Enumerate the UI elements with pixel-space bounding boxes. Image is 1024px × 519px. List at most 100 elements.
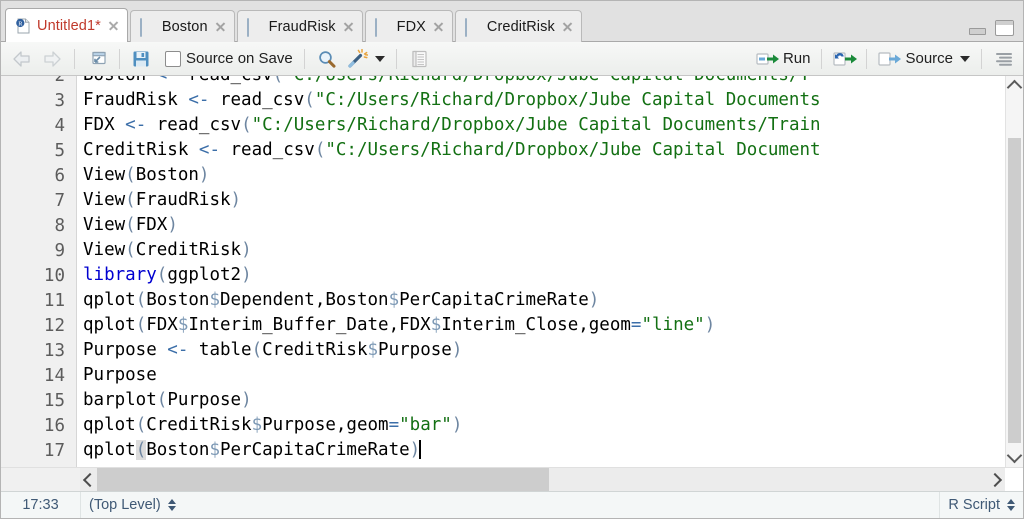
source-icon (878, 49, 902, 69)
file-type-label: R Script (948, 497, 1000, 513)
show-in-new-window-button[interactable] (82, 46, 112, 72)
forward-button[interactable] (37, 46, 67, 72)
line-number: 13 (43, 341, 65, 361)
source-on-save-toggle[interactable]: Source on Save (161, 46, 297, 72)
code-line[interactable]: FraudRisk <- read_csv("C:/Users/Richard/… (83, 88, 821, 113)
minimize-pane-button[interactable] (968, 20, 987, 36)
code-line[interactable]: View(CreditRisk) (83, 238, 821, 263)
toolbar-divider (981, 48, 982, 69)
rstudio-source-pane: R Untitled1* Boston FraudRisk FDX CreditRisk (0, 0, 1024, 519)
code-token: barplot (83, 390, 157, 410)
close-icon[interactable] (433, 21, 444, 32)
line-number: 7 (54, 191, 65, 211)
code-line[interactable]: barplot(Purpose) (83, 388, 821, 413)
data-grid-icon (246, 17, 249, 37)
code-token: FDX (146, 315, 178, 335)
code-tools-button[interactable] (342, 46, 389, 72)
code-text-area[interactable]: Boston <- read_csv("C:/Users/Richard/Dro… (77, 76, 1023, 467)
close-icon[interactable] (215, 21, 226, 32)
code-token: ) (167, 215, 178, 235)
editor-tab-untitled1[interactable]: R Untitled1* (5, 8, 128, 42)
magic-wand-icon (346, 48, 369, 69)
search-icon (316, 49, 338, 69)
run-button[interactable]: Run (752, 46, 815, 72)
find-replace-button[interactable] (312, 46, 342, 72)
compile-report-button[interactable] (404, 46, 434, 72)
code-line[interactable]: FDX <- read_csv("C:/Users/Richard/Dropbo… (83, 113, 821, 138)
code-scope-selector[interactable]: (Top Level) (80, 492, 184, 518)
editor-tab-creditrisk[interactable]: CreditRisk (454, 10, 582, 42)
maximize-pane-button[interactable] (995, 20, 1014, 36)
document-outline-button[interactable] (989, 46, 1017, 72)
horizontal-scroll-thumb[interactable] (97, 468, 549, 491)
code-token: Purpose (378, 340, 452, 360)
code-token: ( (135, 415, 147, 435)
editor-tab-boston[interactable]: Boston (129, 10, 235, 42)
code-line[interactable]: qplot(CreditRisk$Purpose,geom="bar") (83, 413, 821, 438)
text-cursor (419, 440, 421, 459)
toolbar-divider (821, 48, 823, 69)
data-grid-icon (464, 17, 481, 37)
scroll-down-button[interactable] (1006, 447, 1023, 467)
code-token: qplot (83, 415, 136, 435)
rerun-button[interactable] (829, 46, 859, 72)
code-token: View (83, 190, 126, 210)
scroll-left-button[interactable] (80, 468, 98, 491)
line-number: 14 (43, 366, 65, 386)
code-token: CreditRisk (146, 415, 252, 435)
hscroll-corner (1005, 468, 1023, 491)
code-line[interactable]: qplot(Boston$PerCapitaCrimeRate) (83, 438, 821, 463)
outline-icon (993, 49, 1015, 69)
source-button[interactable]: Source (874, 46, 974, 72)
code-line[interactable]: CreditRisk <- read_csv("C:/Users/Richard… (83, 138, 821, 163)
editor-tab-fraudrisk[interactable]: FraudRisk (236, 10, 363, 42)
chevron-down-icon[interactable] (960, 55, 970, 62)
code-line[interactable]: qplot(Boston$Dependent,Boston$PerCapitaC… (83, 288, 821, 313)
close-icon[interactable] (343, 21, 354, 32)
back-button[interactable] (7, 46, 37, 72)
file-type-selector[interactable]: R Script (939, 492, 1023, 518)
code-token: read_csv (230, 140, 315, 160)
editor-tab-fdx[interactable]: FDX (364, 10, 453, 42)
code-token: CreditRisk (262, 340, 368, 360)
save-button[interactable] (127, 46, 155, 72)
code-token: PerCapitaCrimeRate (399, 290, 589, 310)
code-token: CreditRisk (135, 240, 242, 260)
editor-vertical-scrollbar[interactable] (1005, 76, 1023, 467)
scroll-right-button[interactable] (987, 468, 1005, 491)
vertical-scroll-thumb[interactable] (1008, 138, 1021, 443)
scroll-up-button[interactable] (1006, 76, 1023, 96)
hscroll-rail[interactable] (97, 468, 988, 491)
chevron-down-icon[interactable] (374, 55, 385, 62)
code-line[interactable]: library(ggplot2) (83, 263, 821, 288)
editor-horizontal-scrollbar[interactable] (1, 467, 1023, 491)
code-token: library (83, 265, 157, 285)
code-line[interactable]: View(Boston) (83, 163, 821, 188)
code-token: ( (125, 190, 136, 210)
updown-arrows-icon (167, 499, 176, 511)
line-number: 17 (43, 441, 65, 461)
code-line[interactable]: Boston <- read_csv("C:/Users/Richard/Dro… (83, 76, 821, 88)
close-icon[interactable] (108, 20, 119, 31)
code-editor[interactable]: 2 3 4 5 6 7 8 9 10 11 12 13 14 15 16 17 Boston <- read_… (1, 76, 1023, 467)
code-line[interactable]: Purpose (83, 363, 821, 388)
code-token: Boston (135, 165, 199, 185)
close-icon[interactable] (562, 21, 573, 32)
code-token: ) (198, 165, 210, 185)
hscroll-gutter-pad (1, 468, 80, 491)
code-token: ( (125, 215, 136, 235)
source-on-save-checkbox[interactable] (165, 50, 181, 67)
hscroll-track[interactable] (80, 468, 1005, 491)
code-token: Boston (146, 440, 210, 460)
code-token: read_csv (188, 76, 272, 85)
code-line[interactable]: Purpose <- table(CreditRisk$Purpose) (83, 338, 821, 363)
run-icon (756, 49, 779, 69)
code-token: qplot (83, 440, 136, 460)
line-number: 3 (54, 91, 65, 111)
code-line[interactable]: View(FraudRisk) (83, 188, 821, 213)
code-line[interactable]: qplot(FDX$Interim_Buffer_Date,FDX$Interi… (83, 313, 821, 338)
arrow-right-icon (41, 49, 63, 69)
code-line[interactable]: View(FDX) (83, 213, 821, 238)
toolbar-divider (395, 48, 397, 69)
code-token: ( (156, 390, 168, 410)
